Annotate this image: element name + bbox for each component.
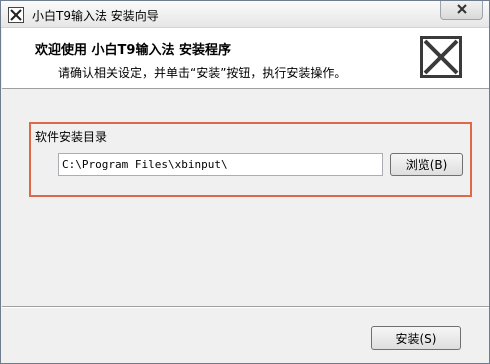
install-button[interactable]: 安装(S) [371, 326, 461, 350]
close-icon [456, 3, 468, 17]
app-icon [8, 7, 24, 23]
install-directory-group: 软件安装目录 C:\Program Files\xbinput\ 浏览(B) [29, 122, 472, 197]
header-subtitle: 请确认相关设定，并单击“安装”按钮，执行安装操作。 [58, 66, 347, 80]
footer-separator [2, 306, 489, 308]
header-title: 欢迎使用 小白T9输入法 安装程序 [35, 43, 231, 58]
install-directory-label: 软件安装目录 [35, 130, 108, 144]
close-button[interactable] [440, 1, 483, 20]
installer-window: 小白T9输入法 安装向导 欢迎使用 小白T9输入法 安装程序 请确认相关设定，并… [0, 0, 490, 364]
install-path-input[interactable]: C:\Program Files\xbinput\ [58, 153, 383, 176]
x-logo-icon [420, 36, 462, 78]
browse-button[interactable]: 浏览(B) [390, 153, 463, 176]
welcome-header: 欢迎使用 小白T9输入法 安装程序 请确认相关设定，并单击“安装”按钮，执行安装… [2, 28, 489, 89]
window-title: 小白T9输入法 安装向导 [32, 9, 159, 23]
title-bar[interactable]: 小白T9输入法 安装向导 [1, 1, 489, 28]
